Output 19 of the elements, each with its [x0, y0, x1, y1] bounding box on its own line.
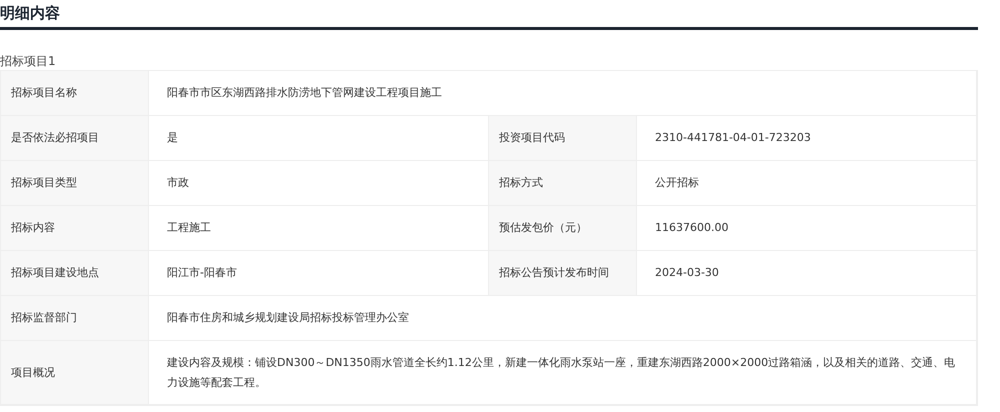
- field-label: 投资项目代码: [489, 116, 637, 161]
- section-title: 明细内容: [0, 4, 60, 23]
- field-label: 招标方式: [489, 161, 637, 206]
- field-label: 招标项目类型: [1, 161, 149, 206]
- subsection-title: 招标项目1: [0, 54, 56, 68]
- field-label: 招标内容: [1, 206, 149, 251]
- field-value: 建设内容及规模：铺设DN300～DN1350雨水管道全长约1.12公里，新建一体化雨水泵站一座，重建东湖西路2000×2000过路箱涵，以及相关的道路、交通、电力设施等配套工程。: [149, 341, 977, 405]
- field-value: 公开招标: [637, 161, 977, 206]
- field-label: 招标项目建设地点: [1, 251, 149, 296]
- field-label: 预估发包价（元）: [489, 206, 637, 251]
- field-value: 阳春市住房和城乡规划建设局招标投标管理办公室: [149, 296, 977, 341]
- field-label: 招标项目名称: [1, 71, 149, 116]
- field-label: 项目概况: [1, 341, 149, 405]
- field-label: 招标公告预计发布时间: [489, 251, 637, 296]
- field-value: 2024-03-30: [637, 251, 977, 296]
- field-label: 是否依法必招项目: [1, 116, 149, 161]
- field-value: 11637600.00: [637, 206, 977, 251]
- field-label: 招标监督部门: [1, 296, 149, 341]
- field-value: 2310-441781-04-01-723203: [637, 116, 977, 161]
